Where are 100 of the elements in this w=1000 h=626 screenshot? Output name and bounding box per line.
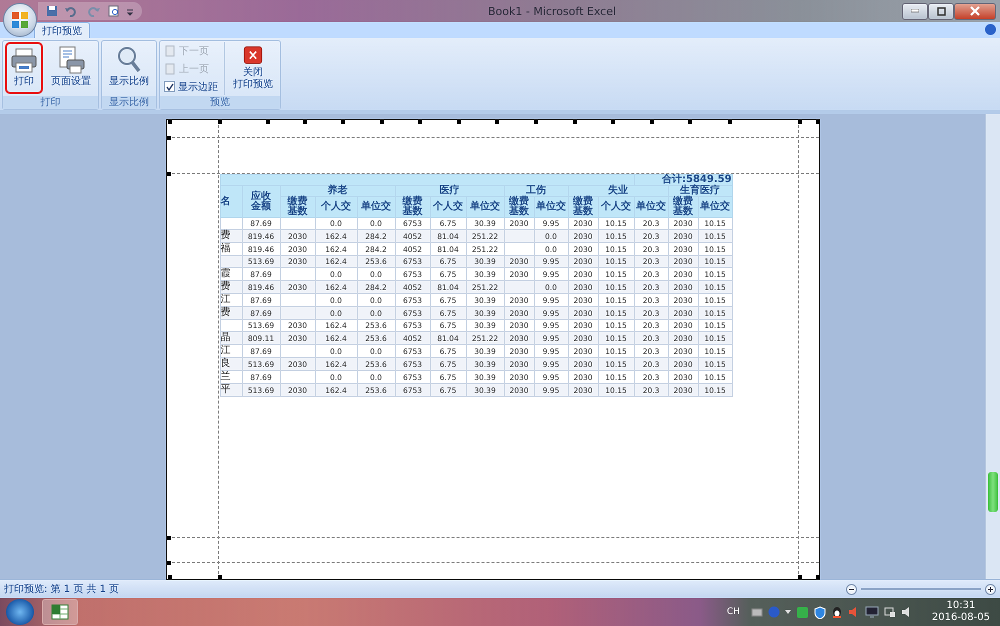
help-icon	[768, 606, 780, 618]
margin-handle[interactable]	[166, 561, 170, 565]
help-icon[interactable]	[985, 24, 996, 35]
margin-handle[interactable]	[166, 536, 170, 540]
show-margins-checkbox[interactable]: 显示边距	[162, 78, 220, 95]
table-cell: 霞	[220, 268, 242, 280]
margin-handle[interactable]	[218, 575, 222, 579]
app-icon	[796, 606, 809, 618]
margin-handle[interactable]	[688, 120, 692, 124]
column-header: 个人交	[430, 196, 466, 218]
margin-handle[interactable]	[610, 120, 614, 124]
close-icon	[970, 6, 980, 16]
column-header: 名	[220, 186, 242, 218]
margin-handle[interactable]	[534, 120, 538, 124]
group-header: 失业	[568, 186, 668, 196]
taskbar-button[interactable]	[42, 599, 78, 625]
margin-handle[interactable]	[494, 120, 498, 124]
margin-handle[interactable]	[816, 575, 820, 579]
start-button[interactable]	[6, 599, 34, 625]
ribbon-tab[interactable]: 打印预览	[34, 22, 90, 38]
column-header: 单位交	[534, 196, 568, 218]
margin-handle[interactable]	[816, 120, 820, 124]
margin-handle[interactable]	[166, 172, 170, 176]
column-header: 缴费 基数	[395, 196, 430, 218]
table-cell: 良	[220, 358, 242, 370]
margin-handle[interactable]	[168, 575, 172, 579]
column-header: 单位交	[357, 196, 395, 218]
caret-icon	[784, 610, 791, 614]
penguin-icon	[830, 606, 843, 618]
column-header: 单位交	[466, 196, 504, 218]
checkbox[interactable]	[164, 81, 175, 92]
margin-handle[interactable]	[798, 120, 802, 124]
network-icon	[884, 606, 896, 618]
table-cell: 江	[220, 344, 242, 358]
column-header: 缴费 基数	[568, 196, 598, 218]
margin-handle[interactable]	[302, 120, 306, 124]
window-title: Book1 - Microsoft Excel	[486, 4, 616, 18]
status-text: 打印预览: 第 1 页 共 1 页	[4, 582, 120, 596]
column-header: 单位交	[634, 196, 668, 218]
scroll-thumb[interactable]	[988, 472, 998, 512]
column-header: 缴费 基数	[504, 196, 534, 218]
office-button[interactable]	[3, 3, 37, 37]
table-cell: 费	[220, 280, 242, 294]
redo-icon	[86, 5, 102, 17]
magnifier-icon	[115, 46, 143, 74]
page-icon	[164, 44, 176, 56]
total-cell: 合计:5849.59	[634, 174, 732, 186]
ribbon-button[interactable]: 显示比例	[104, 42, 154, 94]
margin-handle[interactable]	[728, 120, 732, 124]
margin-handle[interactable]	[266, 120, 270, 124]
margin-handle[interactable]	[650, 120, 654, 124]
group-header: 生育医疗	[668, 186, 732, 196]
printer-icon	[10, 46, 38, 74]
group-header: 医疗	[395, 186, 504, 196]
close-preview-button[interactable]: 关闭 打印预览	[228, 42, 278, 94]
ribbon-button[interactable]: 页面设置	[46, 42, 96, 94]
ribbon-button[interactable]: 打印	[5, 42, 43, 94]
clock[interactable]: 10:31 2016-08-05	[926, 600, 996, 624]
column-header: 应收 金额	[242, 186, 280, 218]
table-cell: 晶	[220, 332, 242, 344]
margin-handle[interactable]	[456, 120, 460, 124]
column-header: 缴费 基数	[668, 196, 698, 218]
column-header: 个人交	[598, 196, 634, 218]
table-cell: 兰	[220, 370, 242, 384]
column-header: 个人交	[315, 196, 357, 218]
page-printer-icon	[57, 46, 85, 74]
table-cell: 平	[220, 384, 242, 396]
keyboard-icon	[750, 607, 763, 617]
restore-button[interactable]	[928, 2, 954, 20]
save-icon	[46, 5, 58, 17]
margin-handle[interactable]	[218, 120, 222, 124]
group-label: 预览	[160, 96, 280, 109]
margin-handle[interactable]	[168, 120, 172, 124]
zoom-in-icon	[985, 584, 996, 594]
column-header: 缴费 基数	[280, 196, 315, 218]
shield-icon	[814, 606, 826, 618]
minimize-button[interactable]	[902, 2, 928, 20]
language-indicator[interactable]: CH	[726, 607, 740, 617]
table-cell: 费	[220, 230, 242, 242]
group-label: 显示比例	[102, 96, 156, 109]
table-cell: 江	[220, 294, 242, 306]
close-button[interactable]	[954, 2, 996, 20]
margin-handle[interactable]	[798, 575, 802, 579]
restore-icon	[936, 6, 946, 16]
group-header: 养老	[280, 186, 395, 196]
table-cell: 福	[220, 242, 242, 256]
margin-handle[interactable]	[166, 136, 170, 140]
office-logo-icon	[11, 11, 29, 29]
zoom-out-icon	[846, 584, 857, 594]
margin-handle[interactable]	[340, 120, 344, 124]
margin-handle[interactable]	[380, 120, 384, 124]
minimize-icon	[911, 9, 919, 13]
print-preview-icon	[108, 5, 120, 17]
group-header: 工伤	[504, 186, 568, 196]
spreadsheet-icon	[51, 604, 69, 620]
margin-handle[interactable]	[572, 120, 576, 124]
page-icon	[164, 62, 176, 74]
margin-handle[interactable]	[418, 120, 422, 124]
table-cell: 费	[220, 306, 242, 320]
monitor-icon	[864, 606, 879, 618]
